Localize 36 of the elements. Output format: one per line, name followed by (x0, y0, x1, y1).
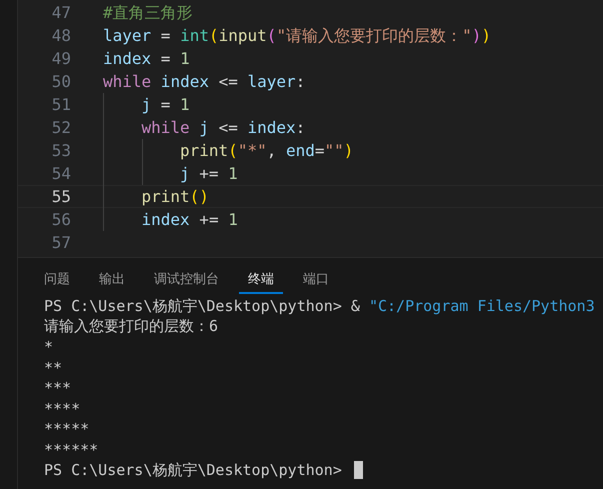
code-line: while index <= layer: (103, 70, 306, 92)
terminal-line: 请输入您要打印的层数：6 (44, 317, 218, 336)
line-number: 48 (50, 26, 71, 45)
line-number: 50 (50, 72, 71, 91)
line-number: 57 (50, 233, 71, 252)
code-editor[interactable]: 47 #直角三角形 48 layer = int(input("请输入您要打印的层数：")) 49 index = 1 50 while index <= layer: 51 j = 1 52 while j <= index: 53 print("*", end="") 54 j += 1 55 print() 56 index += 1 57 (18, 0, 603, 258)
code-line: while j <= index: (142, 116, 306, 138)
panel-tab[interactable]: 问题 (35, 258, 79, 294)
terminal-line: PS C:\Users\杨航宇\Desktop\python> (44, 460, 342, 480)
terminal-line: ****** (44, 440, 98, 459)
line-number: 52 (50, 118, 71, 137)
line-number: 51 (50, 95, 71, 114)
panel-tab[interactable]: 调试控制台 (145, 258, 228, 294)
code-line: index = 1 (103, 48, 190, 70)
terminal-line: ***** (44, 420, 90, 438)
terminal-line: ** (44, 358, 62, 377)
panel-tab[interactable]: 终端 (239, 258, 283, 294)
code-line: layer = int(input("请输入您要打印的层数：")) (103, 24, 491, 46)
line-number: 56 (50, 210, 71, 229)
code-line: j += 1 (180, 162, 238, 184)
panel-tab[interactable]: 端口 (294, 258, 338, 294)
line-number: 55 (50, 187, 71, 206)
code-line: print() (142, 186, 209, 208)
terminal-line: *** (44, 379, 72, 398)
terminal-line: * (44, 338, 54, 356)
line-number: 53 (50, 141, 71, 160)
line-number: 47 (50, 3, 71, 22)
terminal-line: **** (44, 400, 80, 418)
line-number: 49 (50, 49, 71, 68)
panel-tab[interactable]: 输出 (90, 258, 134, 294)
code-line: index += 1 (142, 208, 238, 230)
code-line: j = 1 (142, 94, 190, 116)
terminal-line: PS C:\Users\杨航宇\Desktop\python> & "C:/Program Files/Python3 (44, 296, 595, 316)
code-line: #直角三角形 (103, 2, 193, 24)
code-line: print("*", end="") (180, 140, 354, 162)
line-number: 54 (50, 164, 71, 183)
